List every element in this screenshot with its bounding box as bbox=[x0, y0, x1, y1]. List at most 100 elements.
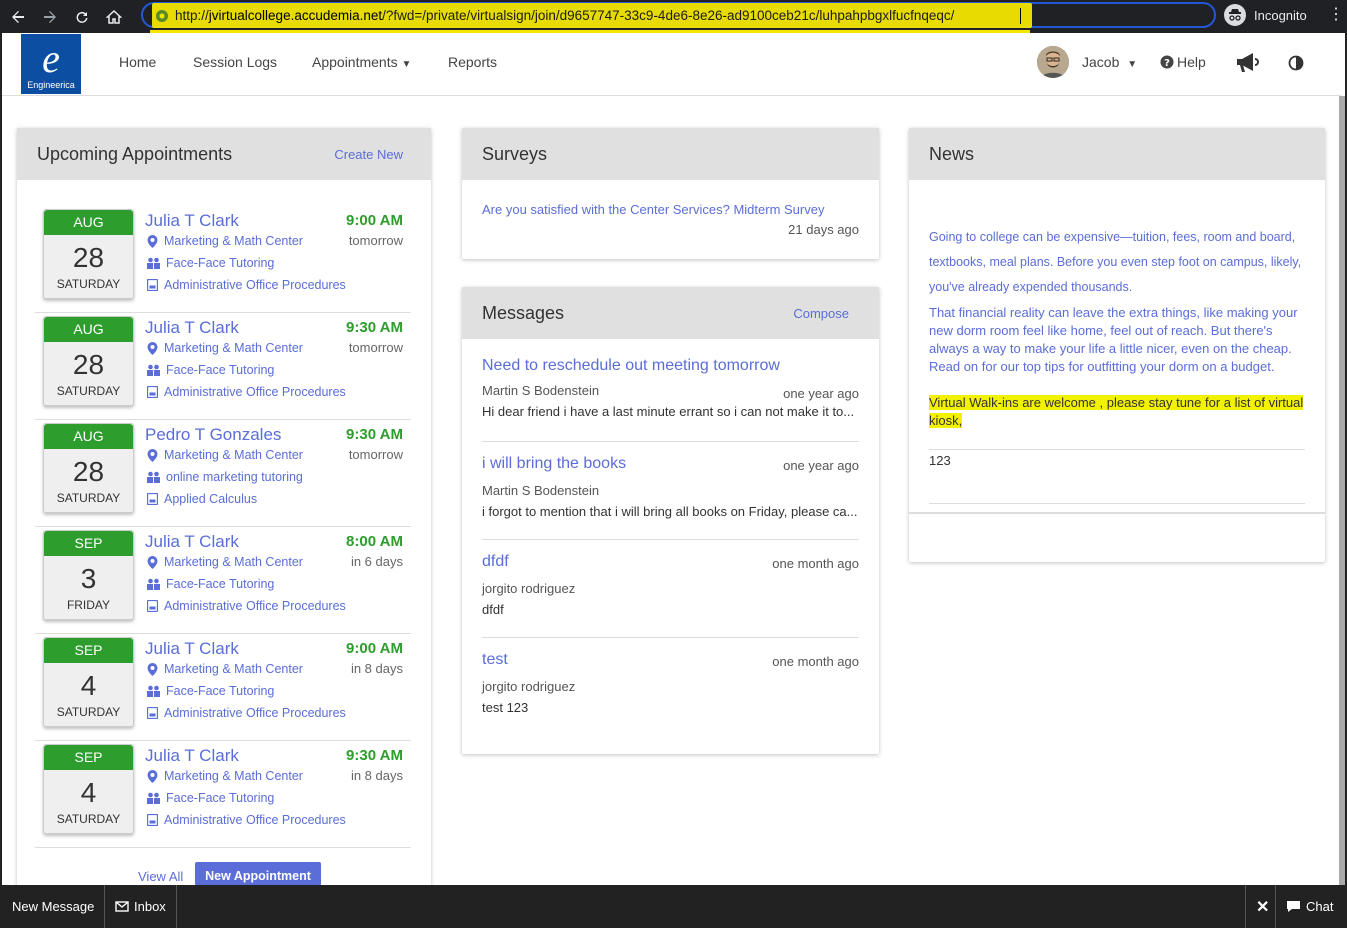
appointment-service: Face-Face Tutoring bbox=[147, 791, 274, 805]
users-icon bbox=[147, 792, 160, 804]
new-appointment-button[interactable]: New Appointment bbox=[195, 862, 321, 886]
appointment-course: Administrative Office Procedures bbox=[147, 278, 346, 292]
appointment-service: Face-Face Tutoring bbox=[147, 577, 274, 591]
app-navbar: e Engineerica Home Session Logs Appointm… bbox=[2, 33, 1341, 96]
appointment-person[interactable]: Julia T Clark bbox=[145, 746, 239, 766]
appointment-row[interactable]: AUG 28 SATURDAY Julia T Clark 9:00 AM tomorro… bbox=[35, 206, 411, 313]
message-item[interactable]: i will bring the books one year ago Martin… bbox=[482, 455, 859, 540]
surveys-header: Surveys bbox=[462, 128, 879, 180]
appointments-header: Upcoming Appointments Create New bbox=[17, 128, 431, 180]
home-button[interactable] bbox=[100, 3, 128, 31]
service-label: Face-Face Tutoring bbox=[166, 363, 275, 377]
message-item[interactable]: dfdf one month ago jorgito rodriguez dfdf bbox=[482, 553, 859, 638]
nav-reports[interactable]: Reports bbox=[448, 54, 497, 70]
center-label: Marketing & Math Center bbox=[164, 662, 303, 676]
appointment-time: 9:30 AM bbox=[346, 426, 403, 443]
back-button[interactable] bbox=[4, 3, 32, 31]
scrollbar[interactable] bbox=[1339, 96, 1345, 886]
appointment-person[interactable]: Julia T Clark bbox=[145, 318, 239, 338]
cal-day: 4 bbox=[80, 670, 97, 701]
center-label: Marketing & Math Center bbox=[164, 234, 303, 248]
center-label: Marketing & Math Center bbox=[164, 448, 303, 462]
nav-session-logs[interactable]: Session Logs bbox=[193, 54, 277, 70]
appointment-row[interactable]: SEP 3 FRIDAY Julia T Clark 8:00 AM in 6 days M… bbox=[35, 527, 411, 634]
book-icon bbox=[147, 386, 158, 398]
appointment-course: Applied Calculus bbox=[147, 492, 257, 506]
chat-bubble-icon bbox=[1287, 901, 1300, 912]
cal-month: AUG bbox=[44, 424, 133, 449]
create-new-link[interactable]: Create New bbox=[334, 147, 403, 162]
incognito-icon bbox=[1224, 4, 1246, 26]
appointment-row[interactable]: SEP 4 SATURDAY Julia T Clark 9:00 AM in 8 day… bbox=[35, 634, 411, 741]
message-preview: dfdf bbox=[482, 602, 504, 617]
avatar[interactable] bbox=[1037, 46, 1069, 78]
inbox-button[interactable]: Inbox bbox=[105, 885, 177, 928]
message-item[interactable]: Need to reschedule out meeting tomorrow o… bbox=[482, 357, 859, 442]
course-label: Administrative Office Procedures bbox=[164, 385, 346, 399]
course-label: Administrative Office Procedures bbox=[164, 599, 346, 613]
new-message-button[interactable]: New Message bbox=[2, 885, 106, 928]
menu-dots-icon[interactable]: ⋮ bbox=[1328, 7, 1344, 23]
messages-header: Messages Compose bbox=[462, 287, 879, 339]
survey-link[interactable]: Are you satisfied with the Center Servic… bbox=[482, 202, 824, 217]
message-ago: one month ago bbox=[772, 654, 859, 669]
appointment-person[interactable]: Julia T Clark bbox=[145, 532, 239, 552]
appointment-center: Marketing & Math Center bbox=[147, 341, 303, 355]
appointment-row[interactable]: AUG 28 SATURDAY Julia T Clark 9:30 AM tomorro… bbox=[35, 313, 411, 420]
appointment-person[interactable]: Julia T Clark bbox=[145, 211, 239, 231]
news-card: News Going to college can be expensive—t… bbox=[909, 128, 1325, 562]
appointment-course: Administrative Office Procedures bbox=[147, 706, 346, 720]
compose-link[interactable]: Compose bbox=[793, 306, 849, 321]
appointment-relative: tomorrow bbox=[348, 340, 403, 355]
nav-home[interactable]: Home bbox=[119, 54, 156, 70]
appointment-row[interactable]: SEP 4 SATURDAY Julia T Clark 9:30 AM in 8 day… bbox=[35, 741, 411, 848]
address-bar[interactable]: http://jvirtualcollege.accudemia.net/?fw… bbox=[141, 2, 1216, 28]
forward-button[interactable] bbox=[36, 3, 64, 31]
site-info-icon[interactable] bbox=[155, 9, 169, 23]
appointments-card: Upcoming Appointments Create New AUG 28 SA… bbox=[17, 128, 431, 898]
cal-weekday: SATURDAY bbox=[56, 705, 121, 719]
divider bbox=[909, 512, 1325, 514]
reload-icon bbox=[76, 11, 88, 23]
incognito-badge[interactable]: Incognito bbox=[1224, 3, 1307, 27]
nav-appointments[interactable]: Appointments ▼ bbox=[312, 54, 411, 70]
contrast-icon[interactable] bbox=[1288, 55, 1304, 76]
appointment-person[interactable]: Julia T Clark bbox=[145, 639, 239, 659]
map-marker-icon bbox=[147, 555, 158, 569]
calendar-date: AUG 28 SATURDAY bbox=[43, 316, 134, 406]
view-all-link[interactable]: View All bbox=[138, 869, 183, 884]
user-menu[interactable]: Jacob ▼ bbox=[1082, 54, 1137, 70]
book-icon bbox=[147, 279, 158, 291]
users-icon bbox=[147, 364, 160, 376]
help-link[interactable]: ? Help bbox=[1160, 54, 1206, 70]
user-name: Jacob bbox=[1082, 54, 1120, 70]
appointment-service: Face-Face Tutoring bbox=[147, 256, 274, 270]
appointment-center: Marketing & Math Center bbox=[147, 769, 303, 783]
appointment-person[interactable]: Pedro T Gonzales bbox=[145, 425, 281, 445]
course-label: Administrative Office Procedures bbox=[164, 813, 346, 827]
new-message-label: New Message bbox=[12, 899, 95, 914]
message-subject[interactable]: Need to reschedule out meeting tomorrow bbox=[482, 357, 859, 375]
appointment-service: Face-Face Tutoring bbox=[147, 684, 274, 698]
caret-down-icon: ▼ bbox=[1127, 59, 1138, 70]
map-marker-icon bbox=[147, 234, 158, 248]
message-from: jorgito rodriguez bbox=[482, 581, 576, 596]
reload-button[interactable] bbox=[68, 3, 96, 31]
message-ago: one year ago bbox=[783, 386, 859, 401]
map-marker-icon bbox=[147, 448, 158, 462]
center-label: Marketing & Math Center bbox=[164, 555, 303, 569]
map-marker-icon bbox=[147, 341, 158, 355]
cal-weekday: SATURDAY bbox=[56, 277, 121, 291]
appointment-course: Administrative Office Procedures bbox=[147, 599, 346, 613]
logo[interactable]: e Engineerica bbox=[21, 34, 81, 94]
text-cursor bbox=[1020, 8, 1021, 24]
appointment-row[interactable]: AUG 28 SATURDAY Pedro T Gonzales 9:30 AM tomo… bbox=[35, 420, 411, 527]
users-icon bbox=[147, 685, 160, 697]
messages-title: Messages bbox=[482, 302, 565, 323]
chat-button[interactable]: Chat bbox=[1275, 885, 1343, 928]
message-item[interactable]: test one month ago jorgito rodriguez test 1… bbox=[482, 651, 859, 721]
appointments-title: Upcoming Appointments bbox=[37, 143, 233, 164]
incognito-label: Incognito bbox=[1254, 7, 1307, 23]
megaphone-icon[interactable] bbox=[1235, 52, 1259, 79]
home-icon bbox=[106, 9, 122, 24]
